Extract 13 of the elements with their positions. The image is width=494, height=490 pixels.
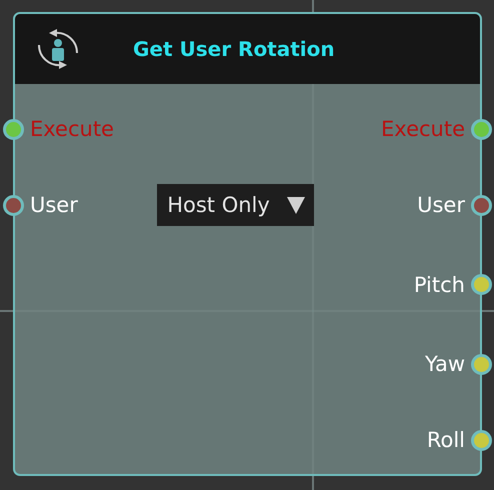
pin-label: User (30, 193, 78, 217)
pin-label: Pitch (414, 272, 465, 296)
caret-icon (286, 195, 306, 215)
mode-dropdown[interactable]: Host Only (157, 184, 314, 226)
node-title: Get User Rotation (133, 37, 335, 61)
pin-label: Execute (381, 117, 465, 141)
pin-label: Yaw (425, 352, 465, 376)
output-pin[interactable] (471, 274, 492, 295)
pin-label: Execute (30, 117, 114, 141)
pin-label: User (417, 193, 465, 217)
input-pin[interactable] (3, 118, 24, 140)
input-pin[interactable] (3, 194, 24, 216)
pin-label: Roll (426, 428, 465, 452)
